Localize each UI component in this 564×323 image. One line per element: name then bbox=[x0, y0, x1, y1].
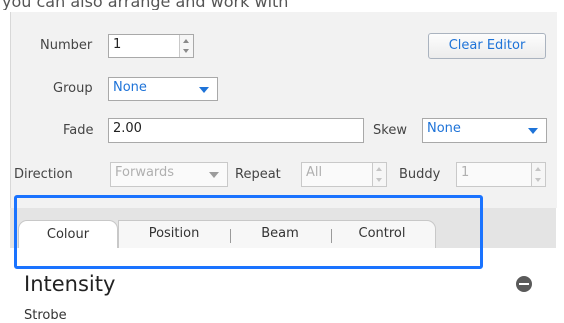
number-value: 1 bbox=[113, 37, 122, 52]
group-label: Group bbox=[53, 81, 93, 96]
repeat-spinbox[interactable]: All bbox=[301, 162, 387, 187]
spin-down-icon[interactable] bbox=[535, 178, 541, 182]
repeat-value: All bbox=[306, 165, 323, 180]
group-select[interactable]: None bbox=[108, 77, 218, 101]
buddy-spin-buttons[interactable] bbox=[531, 163, 545, 186]
tab-beam-label: Beam bbox=[261, 226, 299, 241]
tab-strip: Colour Position Beam Control bbox=[10, 208, 556, 248]
fade-label: Fade bbox=[63, 123, 94, 138]
direction-value: Forwards bbox=[115, 165, 175, 180]
skew-select[interactable]: None bbox=[422, 118, 547, 143]
spin-down-icon[interactable] bbox=[183, 49, 189, 53]
tab-control[interactable]: Control bbox=[332, 220, 432, 248]
direction-label: Direction bbox=[14, 167, 73, 182]
group-value: None bbox=[113, 80, 147, 95]
direction-select[interactable]: Forwards bbox=[110, 162, 228, 187]
clear-editor-button[interactable]: Clear Editor bbox=[428, 33, 546, 59]
tab-colour[interactable]: Colour bbox=[18, 220, 118, 248]
tab-colour-label: Colour bbox=[46, 227, 90, 242]
chevron-down-icon bbox=[199, 87, 209, 93]
skew-label: Skew bbox=[373, 123, 407, 138]
buddy-spinbox[interactable]: 1 bbox=[456, 162, 546, 187]
skew-value: None bbox=[427, 121, 461, 136]
chevron-down-icon bbox=[528, 128, 538, 134]
number-spinbox[interactable]: 1 bbox=[108, 34, 194, 58]
collapse-icon[interactable] bbox=[516, 276, 532, 292]
strobe-label: Strobe bbox=[24, 308, 67, 323]
cutoff-header-text: you can also arrange and work with bbox=[2, 0, 289, 10]
buddy-value: 1 bbox=[461, 165, 470, 180]
fade-input[interactable]: 2.00 bbox=[108, 118, 364, 143]
tab-control-label: Control bbox=[358, 226, 406, 241]
spin-down-icon[interactable] bbox=[376, 178, 382, 182]
spin-up-icon[interactable] bbox=[376, 167, 382, 171]
chevron-down-icon bbox=[209, 172, 219, 178]
section-title-intensity: Intensity bbox=[24, 272, 116, 296]
tab-beam[interactable]: Beam bbox=[230, 220, 330, 248]
buddy-label: Buddy bbox=[399, 167, 441, 182]
number-label: Number bbox=[40, 38, 93, 53]
repeat-spin-buttons[interactable] bbox=[372, 163, 386, 186]
tab-position-label: Position bbox=[148, 226, 200, 241]
tab-position[interactable]: Position bbox=[120, 220, 228, 248]
spin-up-icon[interactable] bbox=[183, 39, 189, 43]
spin-up-icon[interactable] bbox=[535, 167, 541, 171]
repeat-label: Repeat bbox=[235, 167, 281, 182]
number-spin-buttons[interactable] bbox=[179, 35, 193, 57]
fade-value: 2.00 bbox=[113, 121, 142, 136]
